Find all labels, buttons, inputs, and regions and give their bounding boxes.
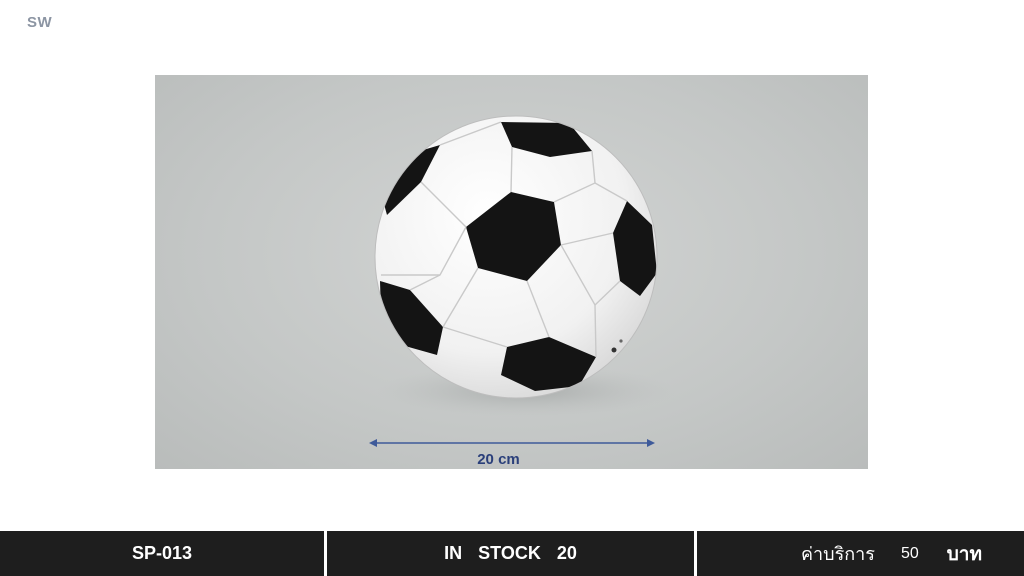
fee-label: ค่าบริการ [801,544,875,564]
product-slide: SW 20 cm SP-013 IN STOCK 20 ค่าบริการ 50… [0,0,1024,576]
fee-cell: ค่าบริการ 50 บาท [697,531,1024,576]
product-code-cell: SP-013 [0,531,324,576]
product-code: SP-013 [131,543,193,563]
soccer-ball-illustration [369,115,676,447]
stock-status: IN STOCK 20 [444,543,577,563]
fee-unit: บาท [946,543,982,565]
dimension-arrow [369,439,655,447]
product-photo: 20 cm [155,75,868,469]
stock-cell: IN STOCK 20 [327,531,694,576]
corner-label: SW [27,14,53,31]
info-bar: SP-013 IN STOCK 20 ค่าบริการ 50 บาท [0,531,1024,576]
fee-value: 50 [900,544,919,562]
